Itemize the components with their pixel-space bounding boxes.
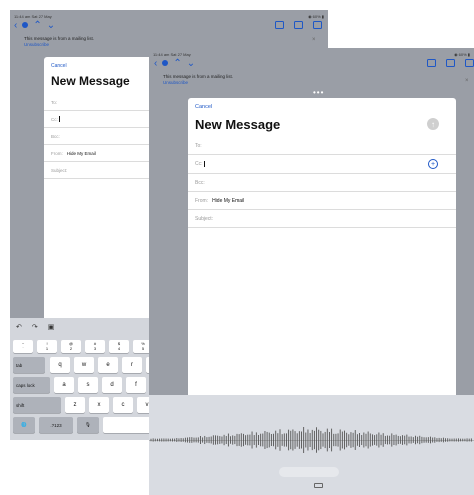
chevron-down-icon[interactable]: ⌄ (47, 20, 55, 31)
compose-icon[interactable] (313, 21, 322, 29)
redo-icon[interactable]: ↷ (32, 323, 38, 331)
key-2[interactable]: @2 (61, 340, 81, 353)
key-z[interactable]: z (65, 397, 85, 413)
key-f[interactable]: f (126, 377, 146, 393)
bcc-label: Bcc: (51, 133, 60, 139)
unread-dot-icon[interactable] (22, 22, 29, 28)
to-label: To: (51, 99, 58, 105)
page-title: New Message (195, 117, 281, 132)
chevron-down-icon[interactable]: ⌄ (187, 58, 195, 69)
chevron-up-icon[interactable]: ⌃ (173, 58, 181, 69)
key-4[interactable]: $4 (109, 340, 129, 353)
mail-toolbar: ‹ ⌃ ⌄ (149, 57, 474, 69)
from-value: Hide My Email (212, 197, 245, 204)
status-time: 11:44 am Sat 27 May (14, 13, 52, 19)
from-label: From: (195, 197, 209, 204)
banner-text: This message is from a mailing list. (24, 36, 95, 41)
folder-icon[interactable] (446, 59, 455, 67)
to-label: To: (195, 142, 202, 149)
status-battery: ◉ 60% ▮ (454, 51, 470, 57)
from-field[interactable]: From: Hide My Email (188, 192, 456, 210)
key-1[interactable]: ! 1 (37, 340, 57, 353)
text-cursor (203, 161, 205, 167)
mic-key[interactable]: 🎙 (77, 417, 99, 433)
tab-key[interactable]: tab (13, 357, 45, 373)
archive-icon[interactable] (427, 59, 436, 67)
key-s[interactable]: s (78, 377, 98, 393)
key-x[interactable]: x (89, 397, 109, 413)
cancel-button[interactable]: Cancel (51, 63, 67, 69)
mailing-list-banner: This message is from a mailing list. Uns… (24, 36, 94, 48)
key-q[interactable]: q (50, 357, 70, 373)
add-contact-icon[interactable]: + (428, 159, 438, 169)
to-field[interactable]: To: (188, 137, 456, 155)
banner-text: This message is from a mailing list. (163, 74, 234, 79)
foreground-ipad-screen: 11:44 am Sat 27 May ◉ 60% ▮ ‹ ⌃ ⌄ This m… (149, 48, 474, 495)
cancel-button[interactable]: Cancel (195, 104, 212, 110)
dictation-panel (149, 395, 474, 495)
unsubscribe-link[interactable]: Unsubscribe (163, 80, 233, 86)
dictation-pill[interactable] (279, 467, 339, 477)
sheet-grabber[interactable]: ••• (313, 88, 324, 97)
unread-dot-icon[interactable] (162, 60, 169, 66)
dictation-waveform (150, 426, 472, 454)
folder-icon[interactable] (294, 21, 303, 29)
compose-icon[interactable] (465, 59, 474, 67)
globe-key[interactable]: 🌐 (13, 417, 35, 433)
key-a[interactable]: a (54, 377, 74, 393)
close-banner-icon[interactable]: × (312, 37, 316, 43)
key-r[interactable]: r (122, 357, 142, 373)
cc-field[interactable]: Cc: + (188, 155, 456, 174)
archive-icon[interactable] (275, 21, 284, 29)
back-chevron-icon[interactable]: ‹ (14, 20, 17, 31)
cc-label: Cc: (51, 116, 58, 122)
bcc-field[interactable]: Bcc: (188, 174, 456, 192)
back-chevron-icon[interactable]: ‹ (154, 58, 157, 69)
key-e[interactable]: e (98, 357, 118, 373)
caps-lock-key[interactable]: caps lock (13, 377, 50, 393)
close-banner-icon[interactable]: × (465, 78, 469, 84)
mail-toolbar: ‹ ⌃ ⌄ (10, 19, 328, 31)
numbers-key[interactable]: .?123 (39, 417, 73, 433)
text-cursor (58, 116, 60, 122)
from-label: From: (51, 150, 63, 156)
page-title: New Message (51, 74, 130, 88)
cc-label: Cc: (195, 161, 203, 167)
paste-icon[interactable]: ▣ (48, 323, 55, 331)
key-d[interactable]: d (102, 377, 122, 393)
status-time: 11:44 am Sat 27 May (153, 51, 191, 57)
bcc-label: Bcc: (195, 179, 205, 186)
keyboard-icon[interactable] (314, 483, 323, 488)
status-battery: ◉ 60% ▮ (308, 13, 324, 19)
subject-field[interactable]: Subject: (188, 210, 456, 228)
undo-icon[interactable]: ↶ (16, 323, 22, 331)
unsubscribe-link[interactable]: Unsubscribe (24, 42, 94, 48)
key-w[interactable]: w (74, 357, 94, 373)
key-3[interactable]: #3 (85, 340, 105, 353)
from-value: Hide My Email (66, 150, 96, 156)
subject-label: Subject: (51, 167, 68, 173)
mailing-list-banner: This message is from a mailing list. Uns… (163, 74, 233, 86)
shift-key[interactable]: shift (13, 397, 61, 413)
subject-label: Subject: (195, 215, 214, 222)
keyboard-shortcut-bar: ↶ ↷ ▣ (16, 323, 54, 331)
chevron-up-icon[interactable]: ⌃ (33, 20, 41, 31)
key-c[interactable]: c (113, 397, 133, 413)
send-button[interactable]: ↑ (427, 118, 439, 130)
key-backtick[interactable]: ~ ` (13, 340, 33, 353)
